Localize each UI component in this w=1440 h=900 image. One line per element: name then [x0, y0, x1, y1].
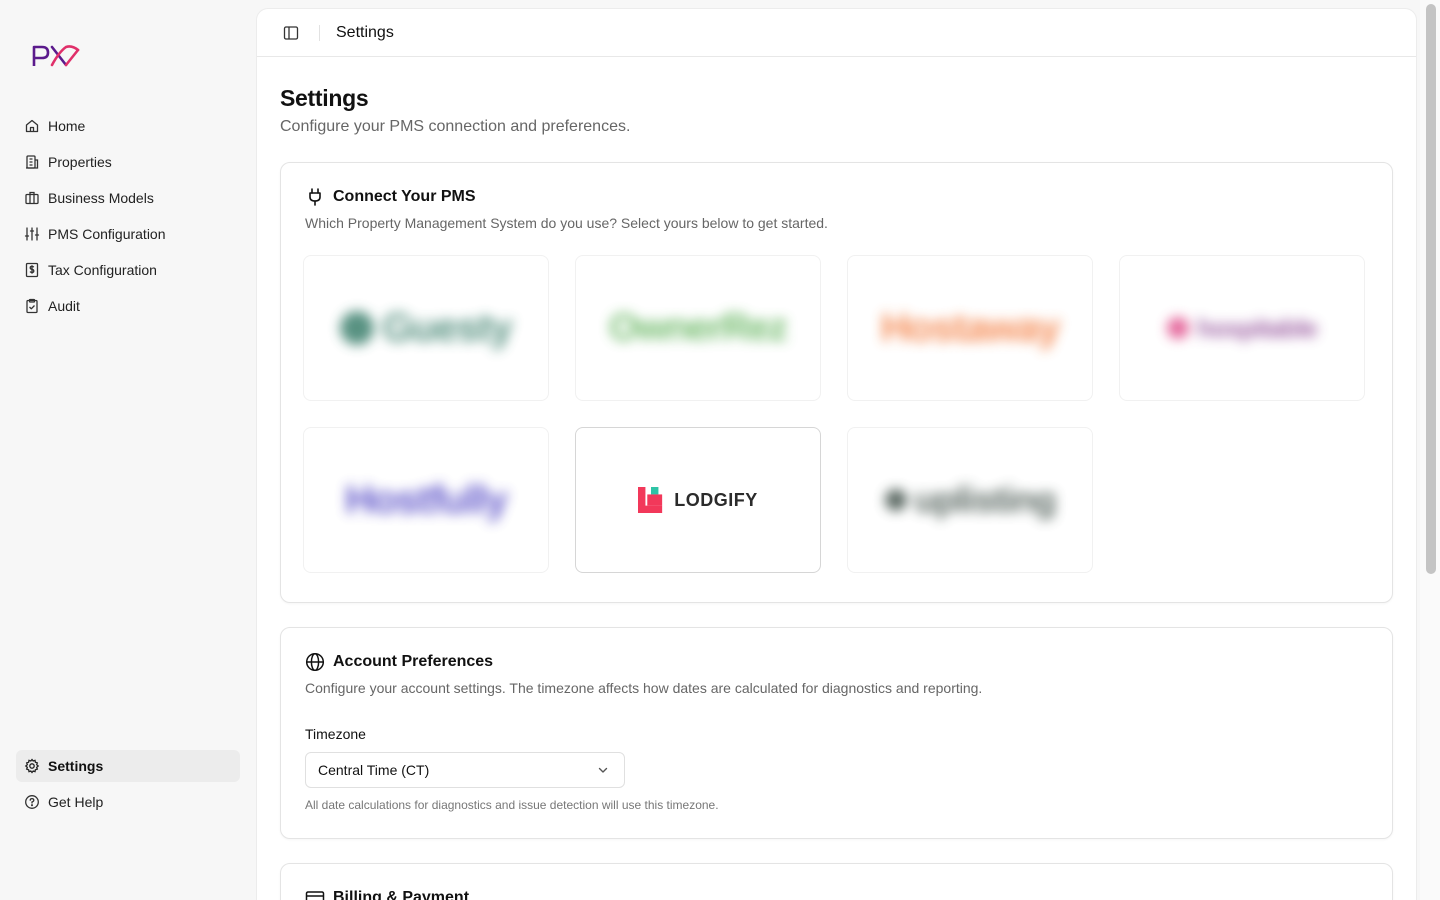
card-title: Billing & Payment	[333, 889, 470, 900]
sidebar: Home Properties Business Models PMS Conf…	[0, 0, 256, 900]
card-header: Connect Your PMS	[305, 187, 1368, 207]
card-header: Account Preferences	[305, 652, 1368, 672]
card-title: Connect Your PMS	[333, 188, 476, 205]
hospitable-logo-icon	[1166, 317, 1189, 339]
pms-option-hostfully[interactable]: Hostfully	[303, 427, 549, 573]
briefcase-icon	[25, 191, 39, 205]
help-circle-icon	[25, 795, 39, 809]
sidebar-item-label: Business Models	[48, 190, 154, 206]
sidebar-item-label: Get Help	[48, 794, 104, 810]
topbar: Settings	[257, 9, 1416, 57]
card-title: Account Preferences	[333, 653, 494, 670]
sidebar-nav: Home Properties Business Models PMS Conf…	[16, 110, 240, 326]
chevron-down-icon	[598, 767, 608, 773]
globe-icon	[305, 652, 325, 672]
pms-brand-logo: OwnerRez	[609, 306, 788, 349]
sidebar-item-audit[interactable]: Audit	[16, 290, 240, 322]
main-panel: Settings Settings Configure your PMS con…	[256, 8, 1417, 900]
guesty-logo-icon	[340, 311, 375, 345]
pms-brand-logo: Hostaway	[880, 305, 1061, 350]
pms-option-lodgify[interactable]: LODGIFY	[575, 427, 821, 573]
timezone-hint: All date calculations for diagnostics an…	[305, 798, 719, 812]
sidebar-bottom-nav: Settings Get Help	[16, 750, 240, 822]
sliders-icon	[24, 227, 40, 241]
sidebar-item-label: Settings	[48, 758, 104, 774]
sidebar-item-tax-configuration[interactable]: Tax Configuration	[16, 254, 240, 286]
pms-brand-logo: Guesty	[340, 306, 513, 351]
sidebar-item-get-help[interactable]: Get Help	[16, 786, 240, 818]
clipboard-check-icon	[26, 298, 38, 314]
account-preferences-card: Account Preferences Configure your accou…	[280, 627, 1393, 839]
scrollbar-track[interactable]	[1420, 0, 1440, 900]
panel-left-icon	[283, 25, 299, 40]
credit-card-icon	[305, 891, 325, 900]
pms-brand-logo: hospitable	[1166, 313, 1318, 344]
card-header: Billing & Payment	[305, 888, 1368, 900]
building-icon	[26, 155, 39, 169]
pms-options-grid: Guesty OwnerRez Hostaway hospitable Host…	[303, 255, 1368, 573]
connect-pms-card: Connect Your PMS Which Property Manageme…	[280, 162, 1393, 603]
lodgify-logo-icon	[638, 487, 663, 513]
settings-content: Settings Configure your PMS connection a…	[257, 57, 1416, 900]
timezone-label: Timezone	[305, 726, 366, 742]
sidebar-item-pms-configuration[interactable]: PMS Configuration	[16, 218, 240, 250]
home-icon	[25, 119, 39, 133]
app-logo[interactable]	[32, 42, 80, 70]
uplisting-logo-icon	[884, 489, 907, 511]
card-description: Which Property Management System do you …	[305, 215, 828, 231]
sidebar-item-settings[interactable]: Settings	[16, 750, 240, 782]
sidebar-item-label: PMS Configuration	[48, 226, 166, 242]
pms-option-hospitable[interactable]: hospitable	[1119, 255, 1365, 401]
gear-icon	[24, 758, 40, 774]
pms-brand-logo: LODGIFY	[638, 487, 758, 513]
pms-option-guesty[interactable]: Guesty	[303, 255, 549, 401]
pms-option-hostaway[interactable]: Hostaway	[847, 255, 1093, 401]
card-description: Configure your account settings. The tim…	[305, 680, 983, 696]
page-subtitle: Configure your PMS connection and prefer…	[280, 118, 631, 135]
sidebar-item-business-models[interactable]: Business Models	[16, 182, 240, 214]
sidebar-toggle-button[interactable]	[283, 25, 299, 41]
sidebar-item-properties[interactable]: Properties	[16, 146, 240, 178]
pms-option-ownerrez[interactable]: OwnerRez	[575, 255, 821, 401]
page-title: Settings	[280, 85, 369, 111]
pms-brand-logo: Hostfully	[344, 477, 508, 522]
breadcrumb: Settings	[336, 23, 394, 41]
pms-brand-logo: uplisting	[884, 479, 1056, 521]
dollar-receipt-icon	[25, 262, 39, 278]
sidebar-item-home[interactable]: Home	[16, 110, 240, 142]
scrollbar-thumb[interactable]	[1426, 4, 1436, 574]
billing-card: Billing & Payment	[280, 863, 1393, 900]
timezone-select[interactable]: Central Time (CT)	[305, 752, 625, 788]
sidebar-item-label: Properties	[48, 154, 112, 170]
sidebar-item-label: Tax Configuration	[48, 262, 157, 278]
sidebar-item-label: Home	[48, 118, 86, 134]
pms-option-uplisting[interactable]: uplisting	[847, 427, 1093, 573]
topbar-divider	[319, 24, 320, 41]
plug-icon	[309, 188, 321, 206]
timezone-selected-value: Central Time (CT)	[318, 762, 430, 778]
sidebar-item-label: Audit	[48, 298, 80, 314]
